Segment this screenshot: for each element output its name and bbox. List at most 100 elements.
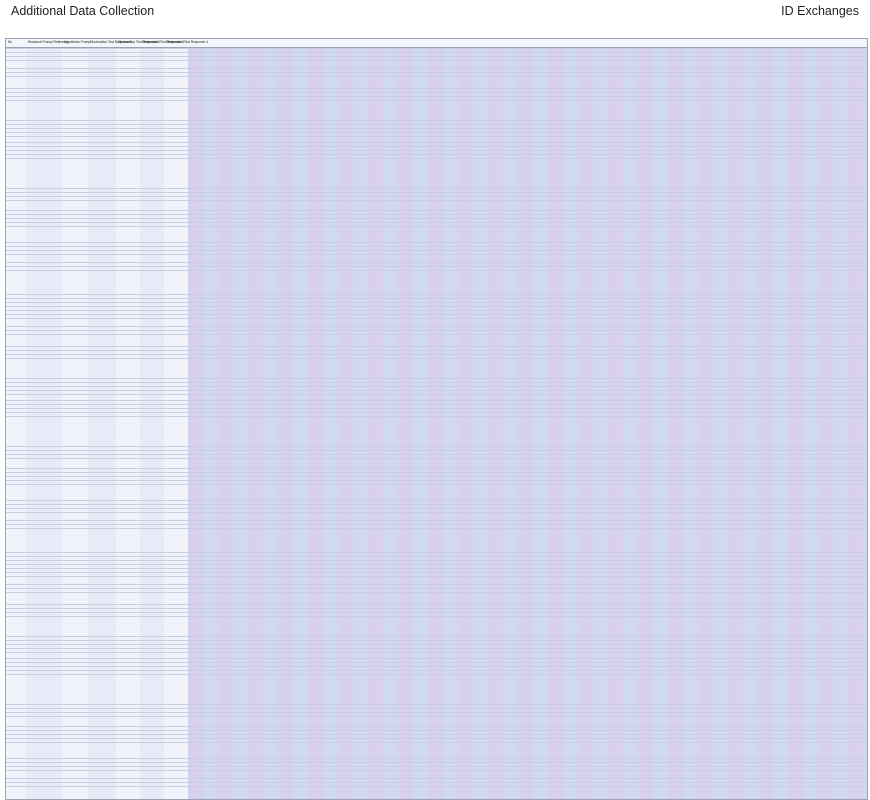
table-row[interactable] [6, 146, 867, 147]
table-row[interactable] [6, 188, 867, 189]
table-row[interactable] [6, 716, 867, 717]
table-row[interactable] [6, 394, 867, 395]
table-row[interactable] [6, 218, 867, 219]
table-row[interactable] [6, 726, 867, 727]
table-row[interactable] [6, 572, 867, 573]
table-row[interactable] [6, 200, 867, 201]
table-row[interactable] [6, 604, 867, 605]
table-row[interactable] [6, 762, 867, 763]
table-row[interactable] [6, 214, 867, 215]
table-row[interactable] [6, 416, 867, 417]
table-row[interactable] [6, 560, 867, 561]
table-row[interactable] [6, 154, 867, 155]
table-row[interactable] [6, 512, 867, 513]
table-row[interactable] [6, 222, 867, 223]
table-row[interactable] [6, 132, 867, 133]
table-row[interactable] [6, 142, 867, 143]
table-row[interactable] [6, 786, 867, 787]
table-row[interactable] [6, 382, 867, 383]
table-row[interactable] [6, 326, 867, 327]
table-row[interactable] [6, 648, 867, 649]
table-row[interactable] [6, 484, 867, 485]
table-row[interactable] [6, 412, 867, 413]
table-row[interactable] [6, 60, 867, 61]
table-row[interactable] [6, 242, 867, 243]
table-row[interactable] [6, 552, 867, 553]
table-row[interactable] [6, 576, 867, 577]
table-row[interactable] [6, 350, 867, 351]
table-row[interactable] [6, 766, 867, 767]
table-row[interactable] [6, 500, 867, 501]
table-row[interactable] [6, 758, 867, 759]
table-row[interactable] [6, 124, 867, 125]
table-row[interactable] [6, 712, 867, 713]
table-row[interactable] [6, 584, 867, 585]
table-row[interactable] [6, 588, 867, 589]
table-row[interactable] [6, 508, 867, 509]
table-row[interactable] [6, 730, 867, 731]
table-row[interactable] [6, 354, 867, 355]
table-row[interactable] [6, 346, 867, 347]
table-row[interactable] [6, 400, 867, 401]
table-row[interactable] [6, 782, 867, 783]
table-row[interactable] [6, 564, 867, 565]
table-row[interactable] [6, 504, 867, 505]
table-row[interactable] [6, 48, 867, 49]
table-row[interactable] [6, 640, 867, 641]
table-row[interactable] [6, 556, 867, 557]
table-row[interactable] [6, 528, 867, 529]
table-row[interactable] [6, 666, 867, 667]
table-row[interactable] [6, 386, 867, 387]
table-row[interactable] [6, 612, 867, 613]
table-row[interactable] [6, 674, 867, 675]
table-row[interactable] [6, 150, 867, 151]
table-row[interactable] [6, 524, 867, 525]
table-row[interactable] [6, 334, 867, 335]
table-row[interactable] [6, 472, 867, 473]
table-row[interactable] [6, 738, 867, 739]
table-row[interactable] [6, 266, 867, 267]
table-row[interactable] [6, 662, 867, 663]
table-row[interactable] [6, 636, 867, 637]
table-row[interactable] [6, 72, 867, 73]
table-row[interactable] [6, 210, 867, 211]
table-row[interactable] [6, 592, 867, 593]
table-row[interactable] [6, 294, 867, 295]
table-row[interactable] [6, 246, 867, 247]
table-row[interactable] [6, 390, 867, 391]
table-row[interactable] [6, 450, 867, 451]
table-row[interactable] [6, 468, 867, 469]
table-row[interactable] [6, 358, 867, 359]
table-row[interactable] [6, 770, 867, 771]
table-row[interactable] [6, 652, 867, 653]
table-row[interactable] [6, 120, 867, 121]
table-row[interactable] [6, 262, 867, 263]
table-row[interactable] [6, 96, 867, 97]
table-row[interactable] [6, 734, 867, 735]
table-row[interactable] [6, 476, 867, 477]
table-row[interactable] [6, 100, 867, 101]
table-row[interactable] [6, 404, 867, 405]
table-row[interactable] [6, 446, 867, 447]
table-row[interactable] [6, 196, 867, 197]
table-row[interactable] [6, 408, 867, 409]
table-row[interactable] [6, 226, 867, 227]
table-row[interactable] [6, 568, 867, 569]
table-row[interactable] [6, 306, 867, 307]
table-row[interactable] [6, 458, 867, 459]
table-row[interactable] [6, 658, 867, 659]
table-row[interactable] [6, 56, 867, 57]
table-row[interactable] [6, 92, 867, 93]
table-row[interactable] [6, 302, 867, 303]
table-row[interactable] [6, 608, 867, 609]
table-row[interactable] [6, 644, 867, 645]
table-row[interactable] [6, 480, 867, 481]
table-row[interactable] [6, 310, 867, 311]
table-row[interactable] [6, 616, 867, 617]
table-row[interactable] [6, 704, 867, 705]
table-row[interactable] [6, 742, 867, 743]
table-row[interactable] [6, 68, 867, 69]
table-row[interactable] [6, 192, 867, 193]
table-row[interactable] [6, 778, 867, 779]
table-row[interactable] [6, 454, 867, 455]
